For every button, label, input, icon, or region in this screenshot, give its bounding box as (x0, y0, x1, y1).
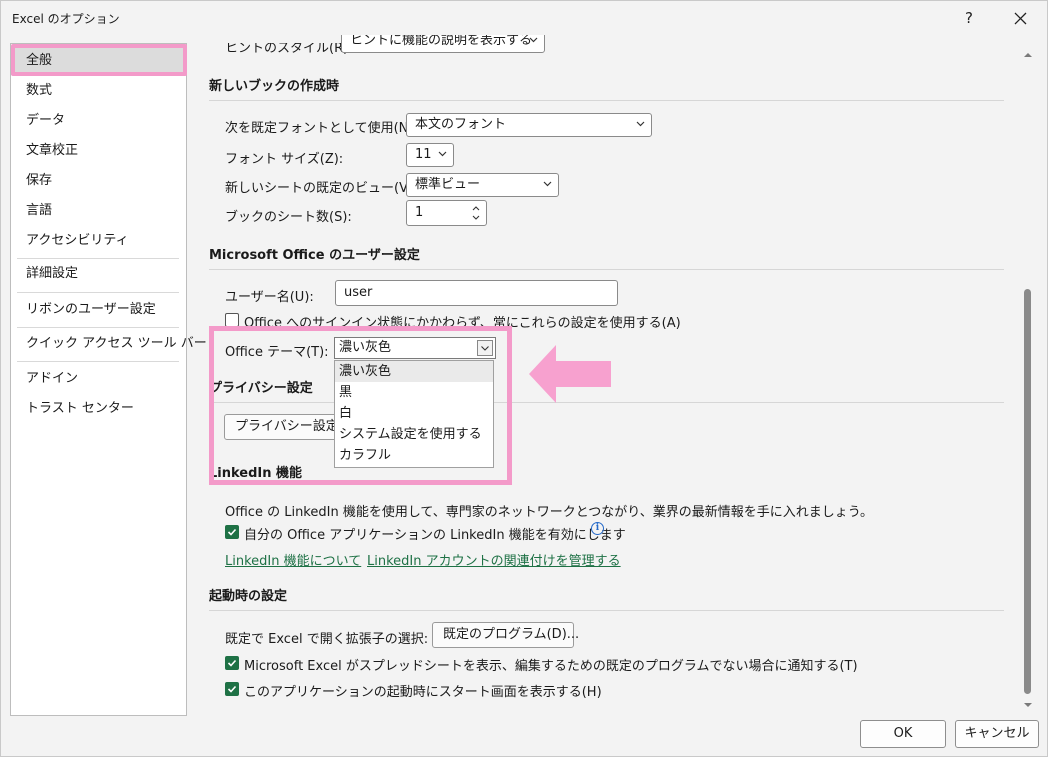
checkmark-icon (227, 685, 237, 693)
options-dialog: Excel のオプション ? 全般 数式 データ 文章校正 保存 言語 アクセシ… (0, 0, 1048, 757)
chevron-down-icon (529, 37, 538, 43)
section-divider (209, 269, 1004, 270)
default-programs-button[interactable]: 既定のプログラム(D)... (432, 622, 579, 648)
scroll-up-icon[interactable] (1022, 49, 1034, 61)
sidebar-divider (17, 327, 179, 328)
sidebar-item-accessibility[interactable]: アクセシビリティ (11, 227, 186, 255)
notify-default-program-checkbox[interactable] (225, 656, 239, 670)
scrollbar-thumb[interactable] (1024, 289, 1031, 694)
font-size-select[interactable]: 11 (406, 143, 454, 167)
chevron-down-icon (438, 151, 447, 157)
chevron-down-icon (543, 181, 552, 187)
sidebar-item-advanced[interactable]: 詳細設定 (11, 260, 186, 288)
theme-option-black[interactable]: 黒 (335, 382, 493, 403)
sidebar-highlight-annotation (11, 44, 187, 76)
sidebar-divider (17, 292, 179, 293)
help-button[interactable]: ? (954, 5, 984, 31)
theme-option-white[interactable]: 白 (335, 403, 493, 424)
default-view-value: 標準ビュー (415, 177, 481, 192)
start-screen-checkbox[interactable] (225, 682, 239, 696)
username-label: ユーザー名(U): (225, 290, 314, 305)
checkmark-icon (227, 659, 237, 667)
section-divider (209, 100, 1004, 101)
sidebar-item-language[interactable]: 言語 (11, 197, 186, 225)
tooltip-style-value: ヒントに機能の説明を表示する (350, 35, 533, 48)
linkedin-description: Office の LinkedIn 機能を使用して、専門家のネットワークとつなが… (225, 505, 873, 520)
section-privacy-title: プライバシー設定 (209, 381, 313, 396)
ok-button[interactable]: OK (860, 720, 946, 748)
spinner-arrows-icon (472, 206, 480, 220)
close-button[interactable] (1005, 5, 1035, 31)
office-theme-value: 濃い灰色 (339, 340, 392, 355)
linkedin-about-link[interactable]: LinkedIn 機能について (225, 550, 361, 569)
pink-arrow-icon (529, 345, 611, 403)
sidebar-item-trust-center[interactable]: トラスト センター (11, 395, 186, 423)
privacy-settings-button[interactable]: プライバシー設定... (224, 414, 339, 440)
sidebar-item-addins[interactable]: アドイン (11, 365, 186, 393)
always-use-settings-checkbox[interactable] (225, 313, 239, 327)
start-screen-label: このアプリケーションの起動時にスタート画面を表示する(H) (244, 685, 602, 700)
theme-option-dark-gray[interactable]: 濃い灰色 (335, 361, 493, 382)
default-view-label: 新しいシートの既定のビュー(V): (225, 181, 418, 196)
scroll-down-icon[interactable] (1022, 699, 1034, 711)
tooltip-style-label: ヒントのスタイル(R): (225, 41, 353, 56)
sheet-count-label: ブックのシート数(S): (225, 210, 352, 225)
default-view-select[interactable]: 標準ビュー (406, 173, 559, 197)
office-theme-dropdown-list: 濃い灰色 黒 白 システム設定を使用する カラフル (334, 360, 494, 468)
section-new-workbook-title: 新しいブックの作成時 (209, 79, 340, 94)
theme-dropdown-toggle[interactable] (477, 340, 493, 356)
default-font-value: 本文のフォント (415, 117, 507, 132)
window-title: Excel のオプション (12, 12, 120, 26)
section-startup-title: 起動時の設定 (209, 589, 288, 604)
sidebar-item-formulas[interactable]: 数式 (11, 77, 186, 105)
sidebar-divider (17, 258, 179, 259)
section-user-settings-title: Microsoft Office のユーザー設定 (209, 248, 420, 263)
sidebar-item-save[interactable]: 保存 (11, 167, 186, 195)
sidebar-item-quick-access-toolbar[interactable]: クイック アクセス ツール バー (11, 330, 207, 358)
theme-option-system[interactable]: システム設定を使用する (335, 424, 493, 445)
linkedin-manage-link[interactable]: LinkedIn アカウントの関連付けを管理する (367, 550, 621, 569)
notify-default-program-label: Microsoft Excel がスプレッドシートを表示、編集するための既定のプ… (244, 659, 858, 674)
sidebar-divider (17, 361, 179, 362)
info-icon[interactable]: i (591, 522, 604, 535)
sheet-count-value: 1 (415, 205, 424, 220)
chevron-down-icon (636, 121, 645, 127)
sheet-count-spinner[interactable]: 1 (406, 200, 487, 226)
section-linkedin-title: LinkedIn 機能 (209, 466, 303, 481)
checkmark-icon (227, 528, 237, 536)
vertical-scrollbar[interactable] (1019, 43, 1039, 717)
theme-option-colorful[interactable]: カラフル (335, 445, 493, 466)
sidebar-item-data[interactable]: データ (11, 107, 186, 135)
sidebar-item-proofing[interactable]: 文章校正 (11, 137, 186, 165)
cancel-button[interactable]: キャンセル (955, 720, 1039, 748)
default-font-label: 次を既定フォントとして使用(N): (225, 121, 418, 136)
sidebar-nav: 全般 数式 データ 文章校正 保存 言語 アクセシビリティ 詳細設定 リボンのユ… (10, 43, 207, 716)
linkedin-enable-checkbox[interactable] (225, 525, 239, 539)
always-use-settings-label: Office へのサインイン状態にかかわらず、常にこれらの設定を使用する(A) (244, 316, 681, 331)
sidebar-item-customize-ribbon[interactable]: リボンのユーザー設定 (11, 296, 186, 324)
title-bar: Excel のオプション ? (1, 1, 1047, 35)
chevron-down-icon (481, 346, 489, 351)
linkedin-enable-label: 自分の Office アプリケーションの LinkedIn 機能を有効にします (244, 528, 626, 543)
close-icon (1014, 12, 1026, 24)
tooltip-style-select[interactable]: ヒントに機能の説明を表示する (341, 35, 545, 53)
username-input[interactable]: user (335, 280, 618, 306)
font-size-value: 11 (415, 147, 432, 162)
section-divider (209, 610, 1004, 611)
default-font-select[interactable]: 本文のフォント (406, 113, 652, 137)
default-extensions-label: 既定で Excel で開く拡張子の選択: (225, 632, 429, 647)
font-size-label: フォント サイズ(Z): (225, 152, 344, 167)
office-theme-select[interactable]: 濃い灰色 (334, 337, 496, 359)
office-theme-label: Office テーマ(T): (225, 345, 329, 360)
